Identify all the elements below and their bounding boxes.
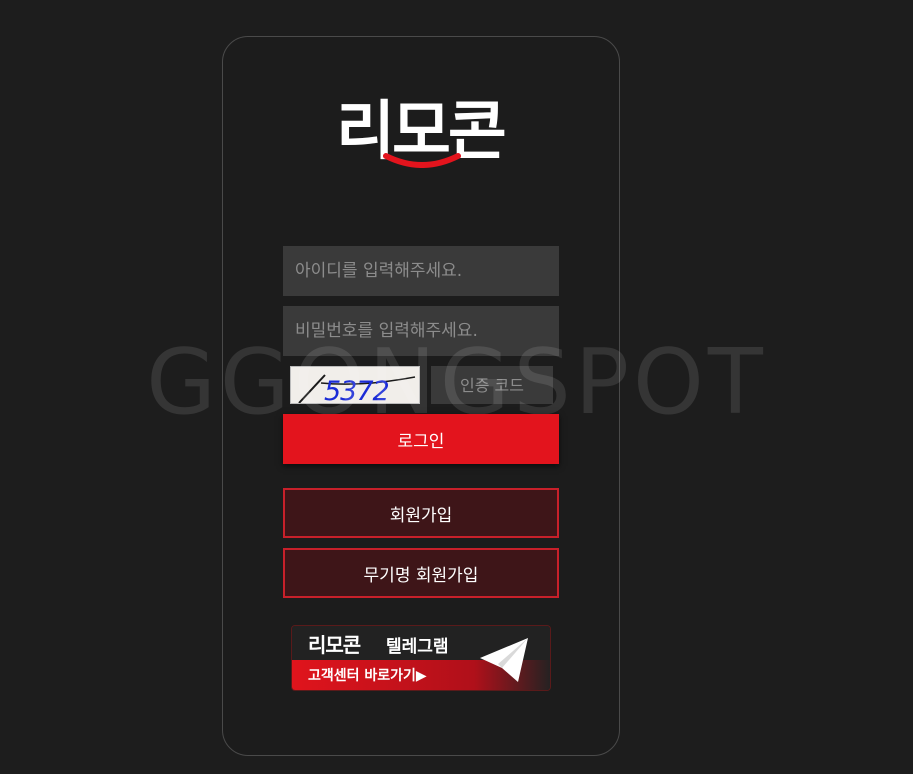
telegram-banner-brand: 리모콘: [308, 633, 361, 657]
telegram-banner[interactable]: 리모콘 텔레그램 고객센터 바로가기▶: [291, 625, 551, 691]
username-input[interactable]: [283, 246, 559, 296]
logo-smile-icon: [383, 153, 461, 168]
login-button[interactable]: 로그인: [283, 414, 559, 464]
signup-button-label: 회원가입: [389, 505, 453, 526]
login-button-label: 로그인: [397, 431, 445, 452]
signup-button[interactable]: 회원가입: [283, 488, 559, 538]
captcha-noise: 5372: [298, 374, 416, 404]
password-input[interactable]: [283, 306, 559, 356]
captcha-input[interactable]: [431, 366, 553, 404]
logo: 리모콘: [308, 94, 532, 174]
telegram-banner-label: 텔레그램: [386, 637, 449, 657]
paper-plane-icon: [480, 638, 528, 682]
anonymous-signup-button-label: 무기명 회원가입: [363, 565, 479, 586]
anonymous-signup-button[interactable]: 무기명 회원가입: [283, 548, 559, 598]
captcha-image: 5372: [290, 366, 420, 404]
captcha-code-text: 5372: [324, 376, 389, 404]
telegram-banner-cta: 고객센터 바로가기▶: [308, 668, 427, 684]
